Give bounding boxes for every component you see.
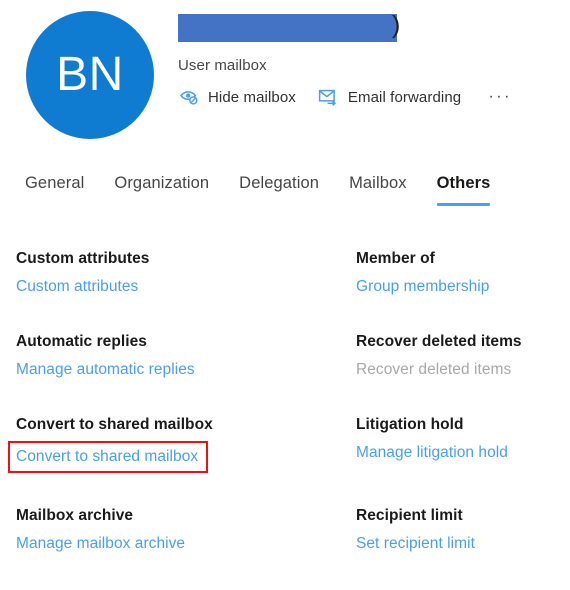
tab-mailbox[interactable]: Mailbox — [334, 172, 422, 208]
hide-mailbox-eye-icon — [178, 86, 200, 108]
header-info: ) User mailbox — [178, 11, 570, 74]
link-manage-automatic-replies[interactable]: Manage automatic replies — [16, 359, 195, 380]
active-tab-underline — [436, 203, 491, 206]
link-group-membership[interactable]: Group membership — [356, 276, 489, 297]
tab-general[interactable]: General — [10, 172, 99, 208]
tab-others[interactable]: Others — [422, 172, 506, 208]
link-convert-to-shared-mailbox[interactable]: Convert to shared mailbox — [7, 441, 209, 473]
section-title: Automatic replies — [16, 333, 147, 350]
link-custom-attributes[interactable]: Custom attributes — [16, 276, 138, 297]
display-name-visible-tail: ) — [392, 11, 401, 39]
link-manage-litigation-hold[interactable]: Manage litigation hold — [356, 442, 508, 463]
section-title: Mailbox archive — [16, 507, 134, 524]
command-bar: Hide mailbox Email forwarding ··· — [178, 86, 513, 108]
link-recover-deleted-items: Recover deleted items — [356, 361, 512, 378]
tab-delegation[interactable]: Delegation — [224, 172, 334, 208]
hide-mailbox-button[interactable]: Hide mailbox — [178, 86, 296, 108]
settings-grid: Custom attributes Custom attributes Memb… — [7, 248, 570, 554]
tab-mailbox-label: Mailbox — [349, 174, 407, 192]
section-title: Litigation hold — [356, 416, 464, 433]
avatar-initials: BN — [56, 48, 124, 101]
section-litigation-hold: Litigation hold Manage litigation hold — [356, 414, 570, 471]
section-mailbox-archive: Mailbox archive Manage mailbox archive — [16, 505, 356, 554]
link-set-recipient-limit[interactable]: Set recipient limit — [356, 533, 475, 554]
section-member-of: Member of Group membership — [356, 248, 570, 297]
link-manage-mailbox-archive[interactable]: Manage mailbox archive — [16, 533, 185, 554]
hide-mailbox-label: Hide mailbox — [208, 88, 296, 106]
tab-general-label: General — [25, 174, 85, 192]
email-forwarding-button[interactable]: Email forwarding — [318, 86, 461, 108]
section-title: Recipient limit — [356, 507, 463, 524]
tab-organization[interactable]: Organization — [99, 172, 224, 208]
others-settings-panel: Custom attributes Custom attributes Memb… — [7, 248, 570, 554]
tab-organization-label: Organization — [114, 174, 210, 192]
section-title: Custom attributes — [16, 250, 150, 267]
avatar: BN — [26, 11, 154, 139]
display-name-row: ) — [178, 11, 570, 48]
section-custom-attributes: Custom attributes Custom attributes — [16, 248, 356, 297]
section-automatic-replies: Automatic replies Manage automatic repli… — [16, 331, 356, 380]
email-forwarding-envelope-icon — [318, 86, 340, 108]
section-title: Convert to shared mailbox — [16, 416, 213, 433]
section-recover-deleted-items: Recover deleted items Recover deleted it… — [356, 331, 570, 380]
tab-others-label: Others — [436, 174, 491, 192]
more-options-icon[interactable]: ··· — [487, 86, 513, 108]
mailbox-type-label: User mailbox — [178, 57, 267, 74]
section-title: Member of — [356, 250, 435, 267]
section-recipient-limit: Recipient limit Set recipient limit — [356, 505, 570, 554]
section-convert-to-shared-mailbox: Convert to shared mailbox Convert to sha… — [7, 414, 356, 473]
tab-bar: General Organization Delegation Mailbox … — [10, 172, 570, 212]
mailbox-header: BN ) User mailbox Hide mailbox Email for… — [0, 0, 570, 150]
email-forwarding-label: Email forwarding — [347, 88, 462, 106]
tab-delegation-label: Delegation — [239, 174, 320, 192]
display-name-redaction-bar — [178, 14, 397, 42]
section-title: Recover deleted items — [356, 333, 522, 350]
